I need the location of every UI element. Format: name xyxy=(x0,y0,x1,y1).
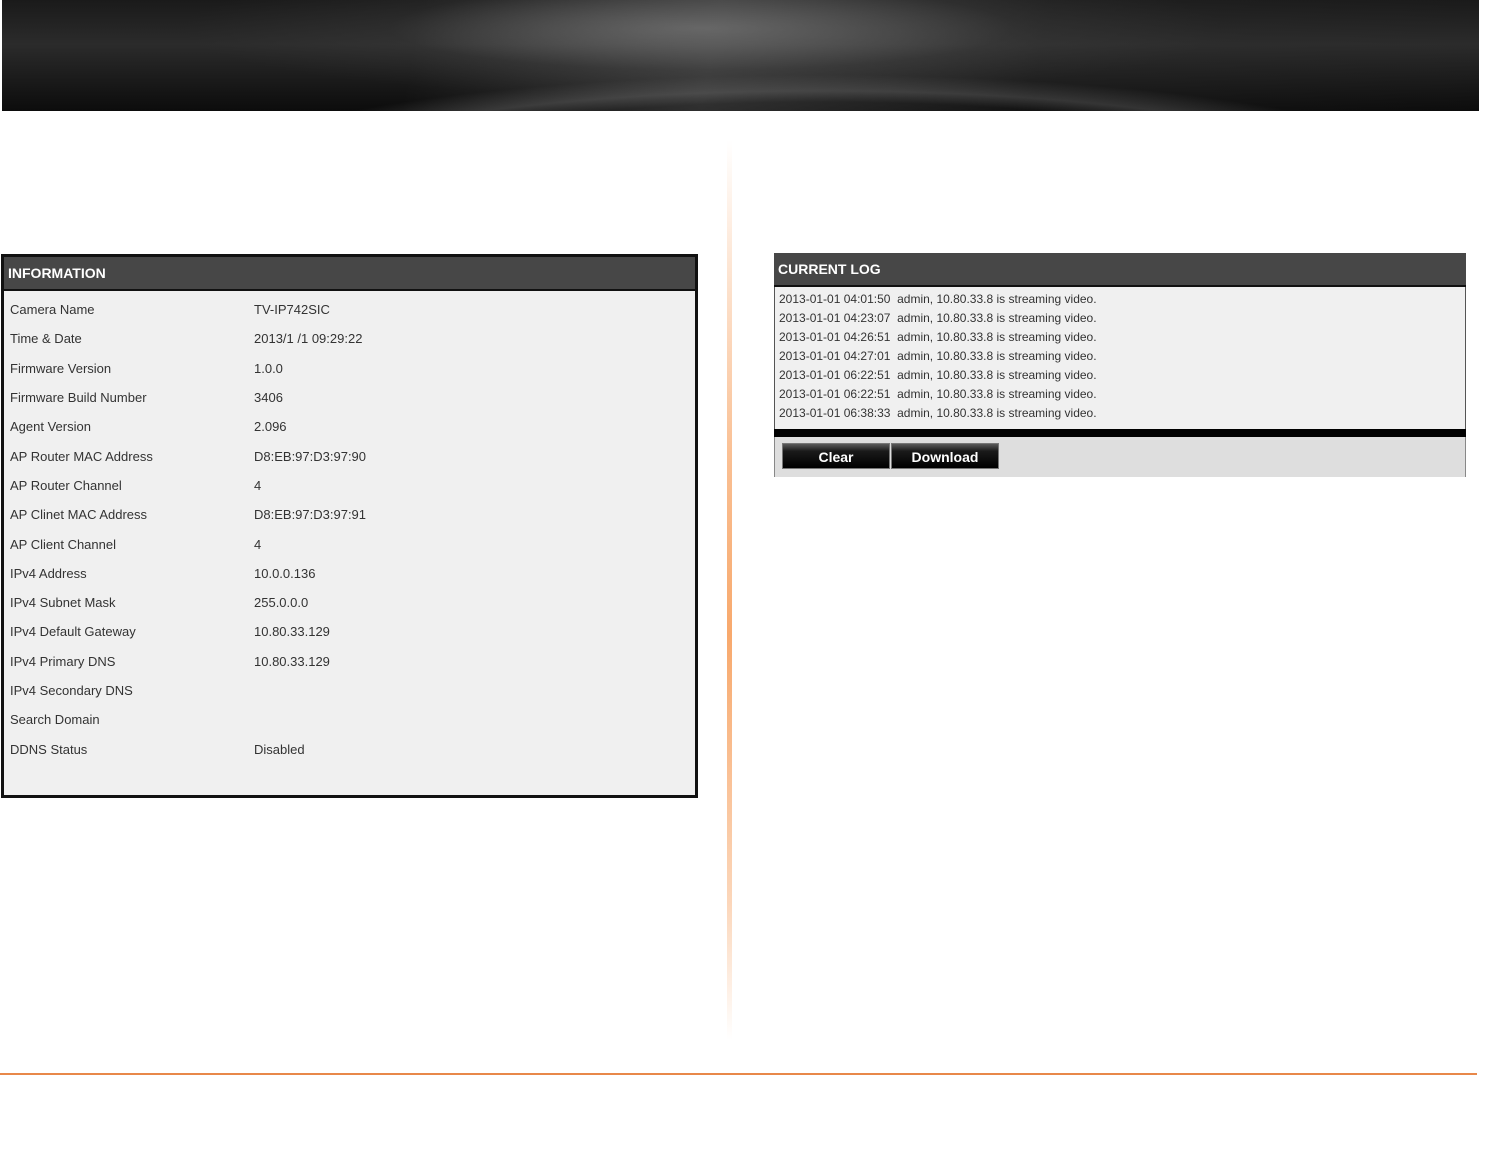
column-divider xyxy=(727,140,732,1040)
info-row-ap-client-mac: AP Clinet MAC Address D8:EB:97:D3:97:91 xyxy=(4,500,695,529)
header-banner xyxy=(2,0,1479,111)
info-label: Firmware Build Number xyxy=(10,390,147,406)
info-row-firmware-version: Firmware Version 1.0.0 xyxy=(4,354,695,383)
info-label: Search Domain xyxy=(10,712,100,728)
info-label: IPv4 Default Gateway xyxy=(10,624,136,640)
info-value: 255.0.0.0 xyxy=(254,595,309,611)
info-row-ap-client-channel: AP Client Channel 4 xyxy=(4,529,695,558)
footer-rule xyxy=(0,1073,1477,1075)
log-entry: 2013-01-01 06:38:33 admin, 10.80.33.8 is… xyxy=(779,406,1097,420)
info-label: Time & Date xyxy=(10,331,82,347)
info-value: 3406 xyxy=(254,390,283,406)
info-row-ap-router-channel: AP Router Channel 4 xyxy=(4,471,695,500)
info-value: D8:EB:97:D3:97:90 xyxy=(254,448,367,464)
clear-log-button[interactable]: Clear xyxy=(782,443,890,469)
log-entry: 2013-01-01 06:22:51 admin, 10.80.33.8 is… xyxy=(779,387,1097,401)
info-row-ipv4-address: IPv4 Address 10.0.0.136 xyxy=(4,559,695,588)
log-entry: 2013-01-01 04:26:51 admin, 10.80.33.8 is… xyxy=(779,330,1097,344)
info-value: 1.0.0 xyxy=(254,360,283,376)
info-value: 2.096 xyxy=(254,419,287,435)
info-value: TV-IP742SIC xyxy=(254,302,330,318)
information-rows: Camera Name TV-IP742SIC Time & Date 2013… xyxy=(4,291,695,764)
log-entry: 2013-01-01 04:23:07 admin, 10.80.33.8 is… xyxy=(779,311,1097,325)
info-label: Agent Version xyxy=(10,419,91,435)
info-label: DDNS Status xyxy=(10,741,88,757)
info-row-ipv4-gateway: IPv4 Default Gateway 10.80.33.129 xyxy=(4,617,695,646)
info-value: 10.0.0.136 xyxy=(254,565,316,581)
info-row-ipv4-subnet: IPv4 Subnet Mask 255.0.0.0 xyxy=(4,588,695,617)
current-log-panel: CURRENT LOG 2013-01-01 04:01:50 admin, 1… xyxy=(774,253,1466,478)
log-entry: 2013-01-01 06:22:51 admin, 10.80.33.8 is… xyxy=(779,368,1097,382)
banner-sheen xyxy=(2,0,1479,111)
info-row-search-domain: Search Domain xyxy=(4,705,695,734)
info-value: Disabled xyxy=(254,741,305,757)
log-actions: Clear Download xyxy=(774,437,1466,477)
info-value: 2013/1 /1 09:29:22 xyxy=(254,331,363,347)
info-label: AP Client Channel xyxy=(10,536,116,552)
info-value: 10.80.33.129 xyxy=(254,624,330,640)
info-row-time-date: Time & Date 2013/1 /1 09:29:22 xyxy=(4,324,695,353)
info-label: AP Router MAC Address xyxy=(10,448,153,464)
log-list: 2013-01-01 04:01:50 admin, 10.80.33.8 is… xyxy=(774,287,1466,429)
log-entry: 2013-01-01 04:01:50 admin, 10.80.33.8 is… xyxy=(779,292,1097,306)
current-log-title: CURRENT LOG xyxy=(774,253,1466,287)
download-log-button[interactable]: Download xyxy=(891,443,999,469)
info-row-ipv4-primary-dns: IPv4 Primary DNS 10.80.33.129 xyxy=(4,647,695,676)
info-label: Camera Name xyxy=(10,302,95,318)
info-row-camera-name: Camera Name TV-IP742SIC xyxy=(4,295,695,324)
info-row-ap-router-mac: AP Router MAC Address D8:EB:97:D3:97:90 xyxy=(4,441,695,470)
info-label: AP Router Channel xyxy=(10,477,122,493)
info-label: IPv4 Subnet Mask xyxy=(10,595,116,611)
info-label: IPv4 Primary DNS xyxy=(10,653,116,669)
info-label: AP Clinet MAC Address xyxy=(10,507,148,523)
log-separator xyxy=(774,429,1466,437)
info-label: Firmware Version xyxy=(10,360,112,376)
info-label: IPv4 Secondary DNS xyxy=(10,683,133,698)
info-value: 4 xyxy=(254,536,262,552)
info-row-ipv4-secondary-dns: IPv4 Secondary DNS xyxy=(4,676,695,705)
information-panel-title: INFORMATION xyxy=(4,257,695,291)
information-panel: INFORMATION Camera Name TV-IP742SIC Time… xyxy=(1,254,698,798)
log-entry: 2013-01-01 04:27:01 admin, 10.80.33.8 is… xyxy=(779,349,1097,363)
info-row-ddns-status: DDNS Status Disabled xyxy=(4,734,695,763)
info-row-agent-version: Agent Version 2.096 xyxy=(4,412,695,441)
info-value: 10.80.33.129 xyxy=(254,653,330,669)
info-value: D8:EB:97:D3:97:91 xyxy=(254,507,367,523)
info-value: 4 xyxy=(254,477,262,493)
info-row-firmware-build: Firmware Build Number 3406 xyxy=(4,383,695,412)
info-label: IPv4 Address xyxy=(10,565,87,581)
